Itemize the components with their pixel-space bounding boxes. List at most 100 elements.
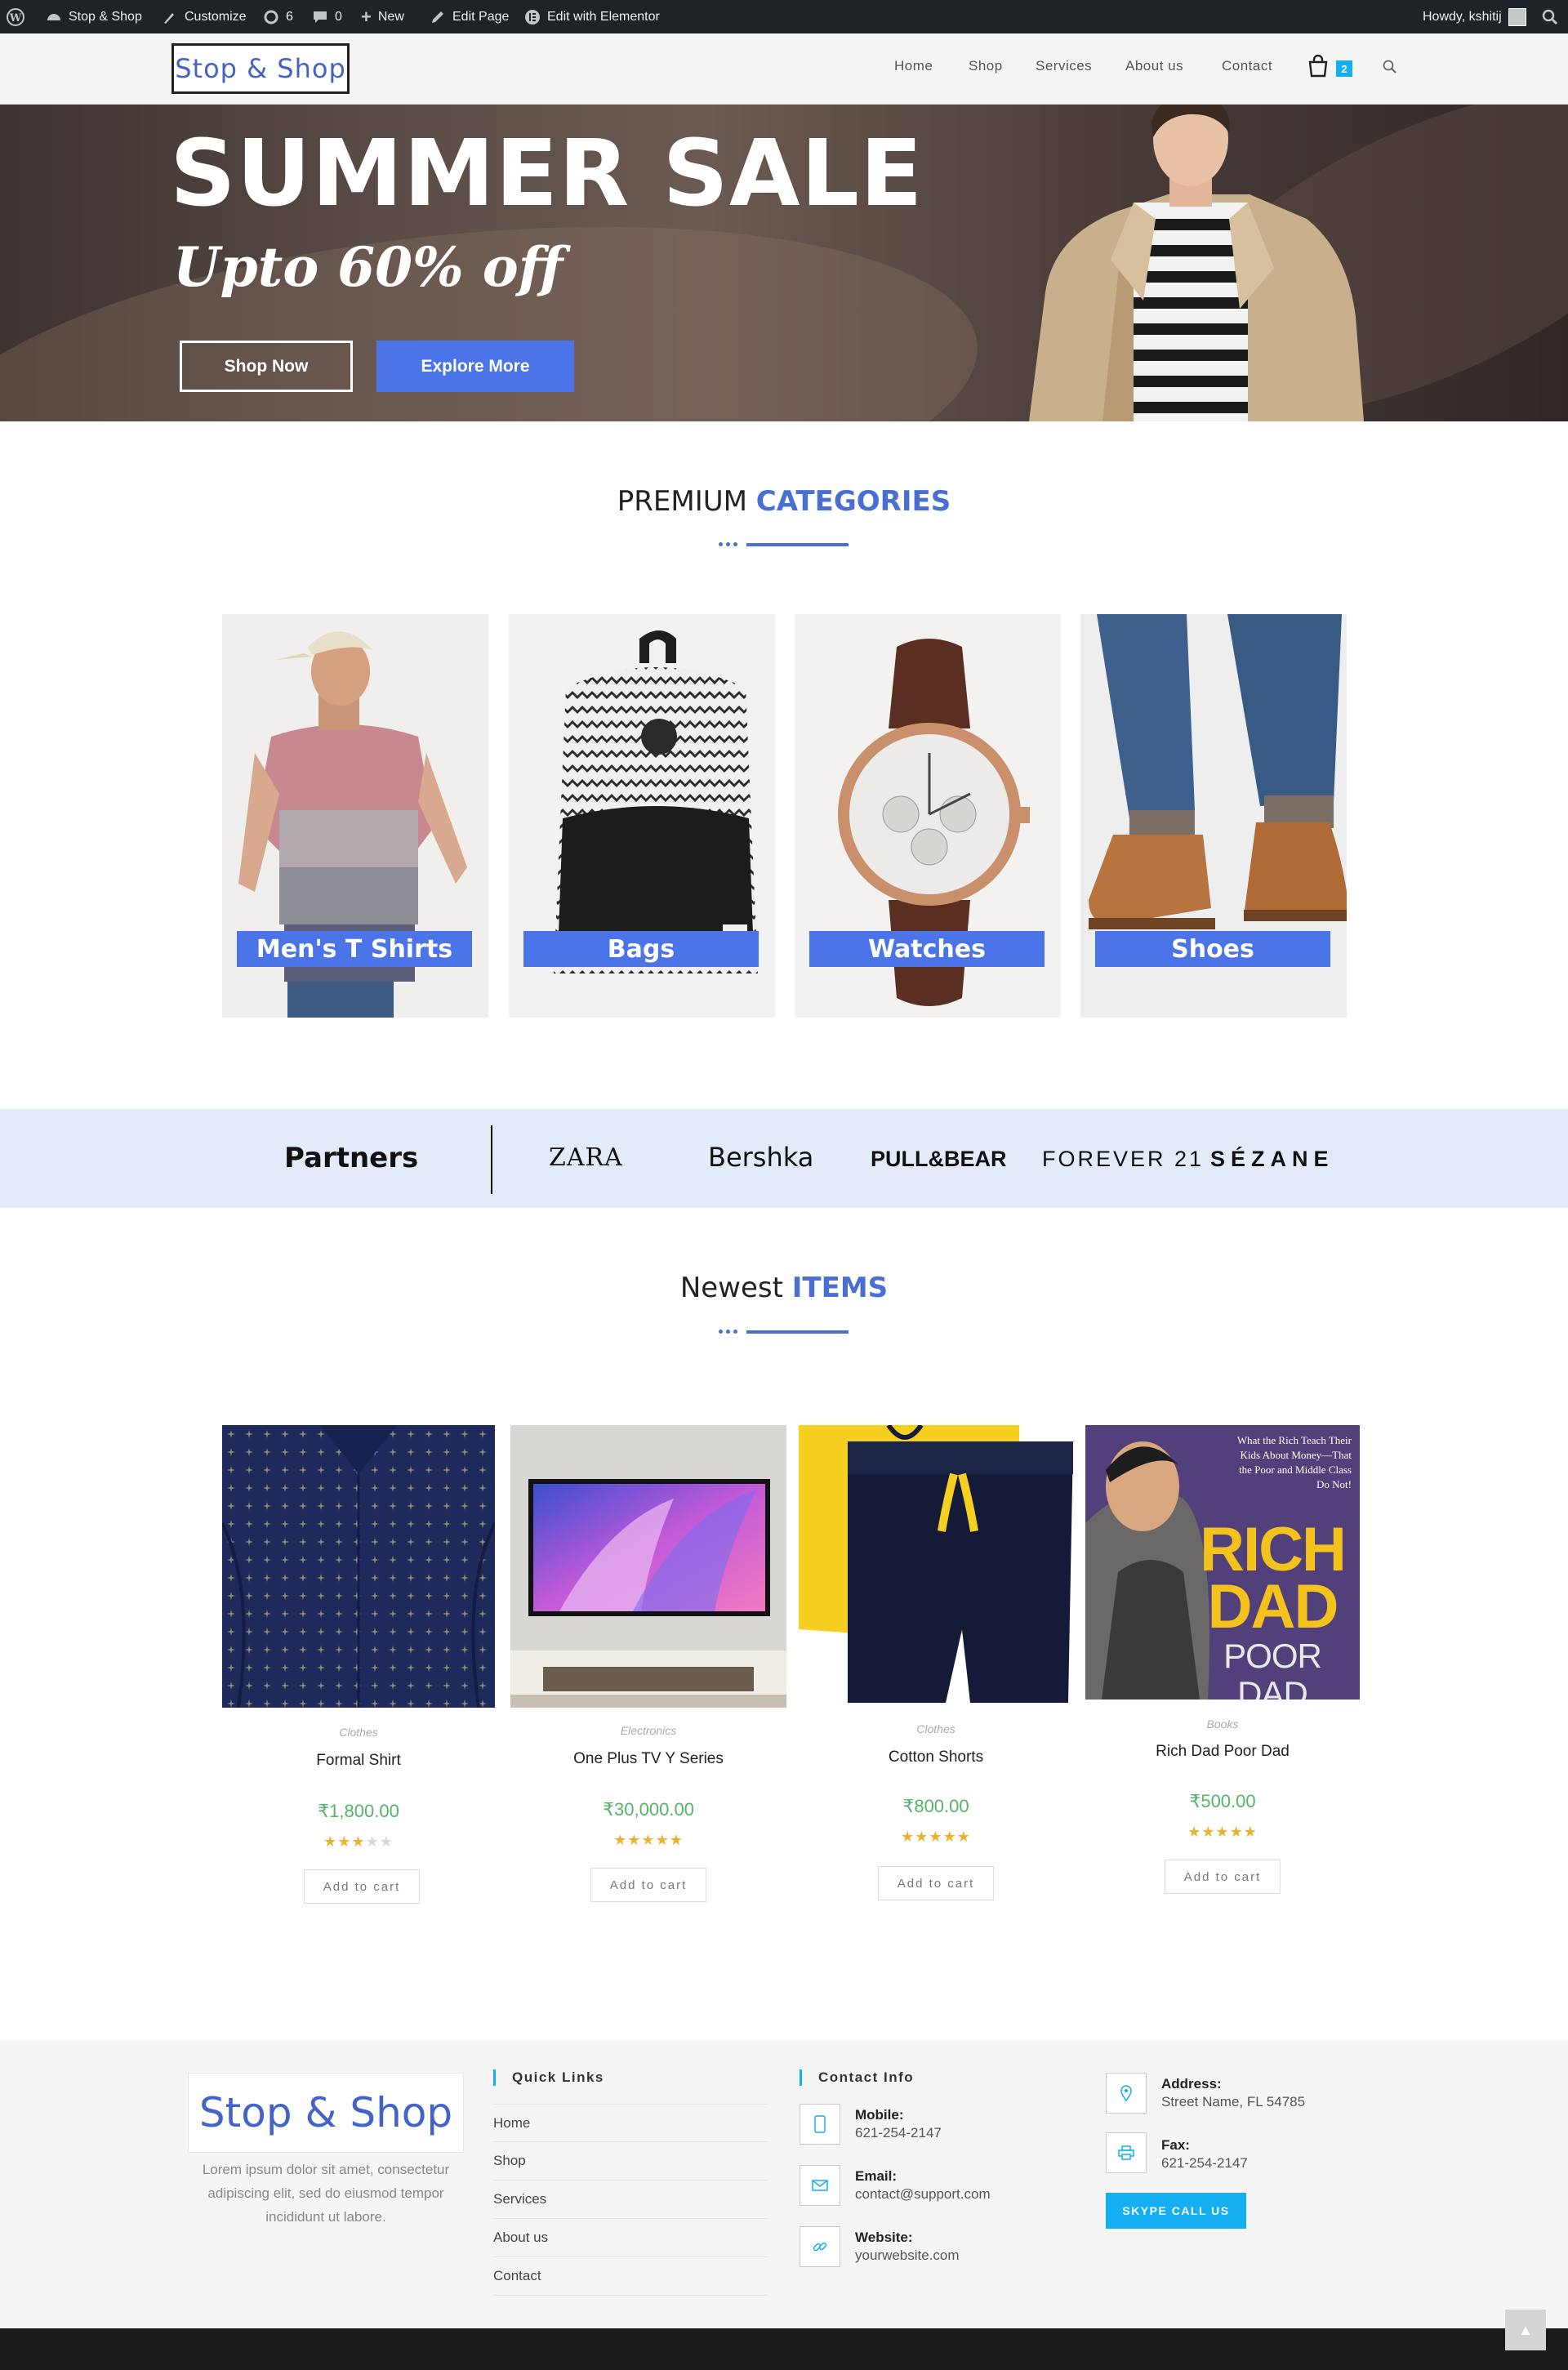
product-category[interactable]: Books — [1085, 1717, 1360, 1731]
category-card-mens-t-shirts[interactable]: Men's T Shirts — [222, 614, 488, 1018]
nav-about-us[interactable]: About us — [1125, 58, 1183, 74]
star-filled-icon: ★ — [323, 1833, 338, 1850]
cart-count-badge: 2 — [1336, 60, 1352, 77]
comment-icon — [314, 11, 327, 23]
admin-comments-count: 0 — [335, 9, 342, 24]
search-icon[interactable] — [1383, 60, 1397, 74]
admin-comments-link[interactable]: 0 — [312, 0, 342, 33]
brand-logo-sezane: SÉZANE — [1210, 1147, 1334, 1171]
book-title-dad: DAD — [1207, 1572, 1339, 1642]
brand-logo-bershka: Bershka — [708, 1142, 814, 1173]
admin-edit-page-label: Edit Page — [452, 9, 510, 24]
partners-strip: Partners ZARA Bershka PULL&BEAR FOREVER … — [0, 1109, 1568, 1208]
envelope-icon — [800, 2165, 840, 2206]
wordpress-logo-icon[interactable]: W — [7, 0, 24, 33]
admin-search-icon[interactable] — [1542, 0, 1558, 33]
hero-banner: SUMMER SALE Upto 60% off Shop Now Explor… — [0, 105, 1568, 421]
heading-divider-dot — [726, 542, 730, 546]
quick-links-title: Quick Links — [493, 2069, 604, 2086]
product-price: ₹800.00 — [902, 1796, 969, 1816]
nav-home[interactable]: Home — [894, 58, 933, 74]
dashboard-icon — [47, 13, 60, 20]
newest-heading-plain: Newest — [679, 1272, 783, 1304]
star-filled-icon: ★ — [641, 1832, 656, 1848]
footer-link-shop[interactable]: Shop — [493, 2142, 768, 2181]
site-footer: Stop & Shop Lorem ipsum dolor sit amet, … — [0, 2040, 1568, 2328]
footer-link-contact[interactable]: Contact — [493, 2257, 768, 2296]
email-value[interactable]: contact@support.com — [855, 2186, 991, 2203]
footer-link-services[interactable]: Services — [493, 2181, 768, 2219]
add-to-cart-button[interactable]: Add to cart — [590, 1868, 706, 1902]
footer-logo-text: Stop & Shop — [198, 2089, 453, 2136]
product-category[interactable]: Clothes — [799, 1722, 1073, 1735]
star-filled-icon: ★ — [351, 1833, 366, 1850]
star-rating: ★★★★★ — [1085, 1824, 1360, 1841]
brand-logo-pull-and-bear: PULL&BEAR — [871, 1147, 1007, 1171]
admin-updates-link[interactable]: 6 — [263, 0, 293, 33]
product-name[interactable]: Rich Dad Poor Dad — [1085, 1743, 1360, 1761]
product-image-rich-dad-book[interactable]: What the Rich Teach Their Kids About Mon… — [1085, 1425, 1360, 1700]
nav-shop[interactable]: Shop — [969, 58, 1003, 74]
product-image-cotton-shorts[interactable] — [799, 1425, 1073, 1708]
categories-heading-plain: PREMIUM — [617, 485, 747, 518]
category-label: Watches — [809, 931, 1045, 967]
admin-new-label: New — [377, 9, 404, 24]
partners-title: Partners — [284, 1142, 419, 1174]
product-image-formal-shirt[interactable] — [222, 1425, 495, 1708]
admin-account-link[interactable]: Howdy, kshitij — [1423, 0, 1526, 33]
footer-link-about-us[interactable]: About us — [493, 2219, 768, 2257]
heading-divider-dot — [733, 542, 737, 546]
category-card-shoes[interactable]: Shoes — [1080, 614, 1347, 1018]
product-name[interactable]: Formal Shirt — [222, 1752, 495, 1770]
nav-services[interactable]: Services — [1036, 58, 1092, 74]
category-card-watches[interactable]: Watches — [795, 614, 1061, 1018]
site-header: Stop & Shop Home Shop Services About us … — [0, 33, 1568, 105]
star-filled-icon: ★ — [929, 1829, 943, 1845]
footer-about-text: Lorem ipsum dolor sit amet, consectetur … — [202, 2162, 450, 2225]
admin-new-link[interactable]: + New — [361, 0, 404, 33]
product-image-tv[interactable] — [510, 1425, 786, 1708]
site-logo-text: Stop & Shop — [175, 53, 346, 84]
product-category[interactable]: Clothes — [222, 1726, 495, 1739]
hero-model-image — [1029, 105, 1364, 421]
shopping-bag-icon[interactable] — [1307, 55, 1329, 78]
add-to-cart-button[interactable]: Add to cart — [1165, 1860, 1281, 1894]
category-label: Bags — [523, 931, 759, 967]
admin-site-link[interactable]: Stop & Shop — [46, 0, 142, 33]
star-filled-icon: ★ — [1187, 1824, 1202, 1840]
add-to-cart-button[interactable]: Add to cart — [304, 1869, 420, 1904]
product-card: Electronics One Plus TV Y Series ₹30,000… — [510, 1425, 788, 1902]
add-to-cart-button[interactable]: Add to cart — [878, 1866, 994, 1900]
heading-divider-dot — [719, 542, 723, 546]
website-value[interactable]: yourwebsite.com — [855, 2247, 960, 2264]
category-card-bags[interactable]: Bags — [509, 614, 775, 1018]
admin-customize-label: Customize — [185, 9, 247, 24]
star-filled-icon: ★ — [1201, 1824, 1216, 1840]
brand-logo-zara: ZARA — [549, 1143, 623, 1172]
admin-customize-link[interactable]: Customize — [162, 0, 247, 33]
footer-logo[interactable]: Stop & Shop — [188, 2073, 464, 2153]
product-category[interactable]: Electronics — [510, 1724, 786, 1737]
shop-now-button[interactable]: Shop Now — [180, 341, 353, 392]
scroll-to-top-button[interactable]: ▲ — [1505, 2310, 1546, 2350]
product-name[interactable]: Cotton Shorts — [799, 1749, 1073, 1766]
star-filled-icon: ★ — [613, 1832, 628, 1848]
site-logo[interactable]: Stop & Shop — [172, 43, 350, 94]
address-value: Street Name, FL 54785 — [1161, 2094, 1306, 2109]
admin-elementor-link[interactable]: Edit with Elementor — [524, 0, 660, 33]
location-pin-icon — [1106, 2073, 1147, 2114]
star-filled-icon: ★ — [1215, 1824, 1230, 1840]
nav-contact[interactable]: Contact — [1222, 58, 1272, 74]
star-filled-icon: ★ — [655, 1832, 670, 1848]
book-tagline: What the Rich Teach Their Kids About Mon… — [1236, 1434, 1352, 1490]
skype-call-button[interactable]: SKYPE CALL US — [1106, 2193, 1246, 2229]
explore-more-button[interactable]: Explore More — [376, 341, 574, 392]
product-name[interactable]: One Plus TV Y Series — [510, 1750, 786, 1768]
footer-link-home[interactable]: Home — [493, 2104, 768, 2142]
star-filled-icon: ★ — [1229, 1824, 1244, 1840]
star-rating: ★★★★★ — [510, 1832, 786, 1849]
mobile-icon — [800, 2104, 840, 2145]
heading-divider-line — [746, 543, 849, 546]
admin-edit-page-link[interactable]: Edit Page — [430, 0, 509, 33]
elementor-icon — [525, 9, 540, 25]
